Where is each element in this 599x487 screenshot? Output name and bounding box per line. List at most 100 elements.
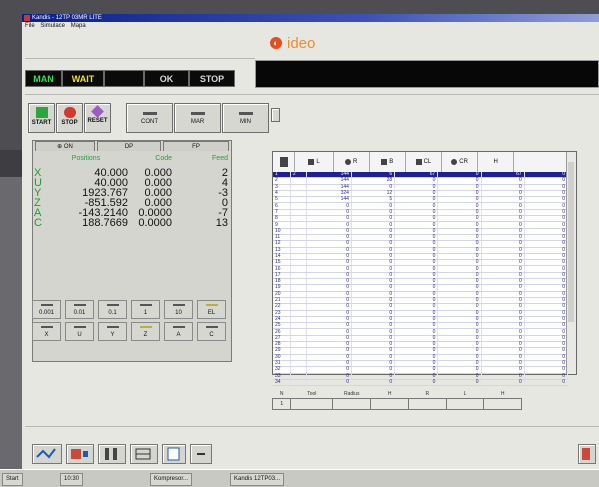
- status-man: MAN: [25, 70, 62, 87]
- step-001-button[interactable]: 0.01: [65, 300, 94, 319]
- cont-button[interactable]: CONT: [126, 103, 173, 133]
- step-el-button[interactable]: EL: [197, 300, 226, 319]
- min-button[interactable]: MIN: [222, 103, 269, 133]
- detail-header: Radius: [343, 391, 360, 397]
- divider: [25, 94, 599, 95]
- step-01-button[interactable]: 0.1: [98, 300, 127, 319]
- tab-fp[interactable]: FP: [163, 141, 229, 151]
- position-row-a: A -143.2140 0.0000 -7: [34, 207, 228, 219]
- axis-x-button[interactable]: X: [32, 322, 61, 341]
- column-cl[interactable]: CL: [406, 152, 442, 172]
- position-row-u: U 40.000 0.000 4: [34, 177, 228, 189]
- reset-button[interactable]: RESET: [84, 103, 111, 133]
- detail-header: N: [279, 391, 284, 397]
- column-b[interactable]: B: [370, 152, 406, 172]
- axis-z-button[interactable]: Z: [131, 322, 160, 341]
- detail-cell[interactable]: [445, 398, 485, 410]
- title-bar: Kandis - 12TP 03MR LITE: [22, 14, 599, 22]
- detail-cell[interactable]: [483, 398, 522, 410]
- detail-cell[interactable]: [407, 398, 447, 410]
- table-cell[interactable]: 0: [481, 379, 525, 387]
- tool-table-scrollbar[interactable]: [566, 152, 576, 374]
- cont-icon: [142, 112, 157, 115]
- detail-cell[interactable]: 1: [271, 398, 292, 410]
- table-cell[interactable]: 0: [524, 379, 569, 387]
- wear-length-icon: [415, 159, 422, 165]
- step-1-button[interactable]: 1: [131, 300, 160, 319]
- menu-simulace[interactable]: Simulace: [40, 23, 65, 29]
- table-cell[interactable]: [290, 379, 307, 387]
- tab-on-icon: ⊕: [57, 144, 63, 150]
- logo-text: ideo: [287, 34, 316, 52]
- app-window: Kandis - 12TP 03MR LITE File Simulace Ma…: [22, 14, 599, 469]
- table-cell[interactable]: 0: [437, 379, 482, 387]
- step-0001-button[interactable]: 0.001: [32, 300, 61, 319]
- start-button[interactable]: START: [28, 103, 55, 133]
- detail-header: R: [425, 391, 430, 397]
- exit-button[interactable]: [578, 444, 596, 464]
- detail-cell[interactable]: [370, 398, 409, 410]
- detail-header: H: [387, 391, 392, 397]
- position-row-y: Y 1923.767 0.000 -3: [34, 187, 228, 199]
- window-title: Kandis - 12TP 03MR LITE: [32, 15, 102, 21]
- menu-mapa[interactable]: Mapa: [71, 23, 86, 29]
- column-r[interactable]: R: [334, 152, 370, 172]
- clock: 10:30: [60, 473, 84, 486]
- status-stop: STOP: [189, 70, 235, 87]
- table-cell[interactable]: 0: [394, 379, 439, 387]
- stop-icon: [63, 107, 76, 118]
- taskbar-item-kompresor[interactable]: Kompresor...: [150, 473, 193, 486]
- tool-table: L R B CL CR H 1 2 144 6 67 0 67 0 2 144 28 0 0 0 0 3 144…: [272, 151, 577, 387]
- axis-y-button[interactable]: Y: [98, 322, 127, 341]
- tool-measure-button[interactable]: [66, 444, 94, 464]
- mar-icon: [190, 112, 205, 115]
- breakage-icon: [381, 159, 388, 165]
- step-10-button[interactable]: 10: [164, 300, 193, 319]
- mar-button[interactable]: MAR: [174, 103, 221, 133]
- toolbar-small-button[interactable]: [271, 108, 280, 122]
- tab-on[interactable]: ⊕ ON: [35, 141, 95, 151]
- spindle-button[interactable]: [98, 444, 126, 464]
- divider: [25, 58, 255, 59]
- column-spare: [514, 152, 568, 172]
- app-icon: [24, 15, 30, 21]
- status-ok: OK: [144, 70, 189, 87]
- reset-icon: [91, 105, 104, 118]
- detail-cell[interactable]: [290, 398, 334, 410]
- tool-table-header: L R B CL CR H: [273, 152, 568, 173]
- message-display: [255, 60, 599, 88]
- tool-measure-icon: [71, 449, 88, 459]
- table-row[interactable]: 34 0 0 0 0 0 0: [273, 379, 569, 387]
- axis-c-button[interactable]: C: [197, 322, 226, 341]
- start-menu-button[interactable]: Start: [2, 473, 23, 486]
- column-h[interactable]: H: [478, 152, 515, 172]
- table-cell[interactable]: 0: [306, 379, 352, 387]
- menu-file[interactable]: File: [25, 23, 35, 29]
- column-cr[interactable]: CR: [442, 152, 479, 172]
- detail-header: H: [500, 391, 505, 397]
- table-icon: [135, 448, 151, 460]
- table-cell[interactable]: 34: [273, 379, 291, 387]
- detail-cell[interactable]: [332, 398, 372, 410]
- length-icon: [308, 159, 315, 165]
- table-button[interactable]: [130, 444, 158, 464]
- tool-column-icon: [273, 152, 296, 172]
- scrollbar-thumb[interactable]: [568, 162, 574, 322]
- axis-u-button[interactable]: U: [65, 322, 94, 341]
- position-header: Positions Code Feed: [71, 155, 228, 162]
- start-icon: [35, 107, 48, 118]
- background-left-panel: [0, 150, 22, 486]
- program-button[interactable]: [162, 444, 186, 464]
- probe-button[interactable]: [32, 444, 62, 464]
- probe-icon: [36, 448, 56, 459]
- axis-a-button[interactable]: A: [164, 322, 193, 341]
- position-row-c: C 188.7669 0.0000 13: [34, 217, 228, 229]
- stop-button[interactable]: STOP: [56, 103, 83, 133]
- taskbar-item-kandis[interactable]: Kandis 12TP03...: [230, 473, 285, 486]
- column-l[interactable]: L: [295, 152, 334, 172]
- tab-dp[interactable]: DP: [97, 141, 161, 151]
- table-cell[interactable]: 0: [351, 379, 396, 387]
- detail-header: Tool: [307, 391, 317, 397]
- wear-radius-icon: [451, 159, 458, 165]
- minimize-button[interactable]: [190, 444, 212, 464]
